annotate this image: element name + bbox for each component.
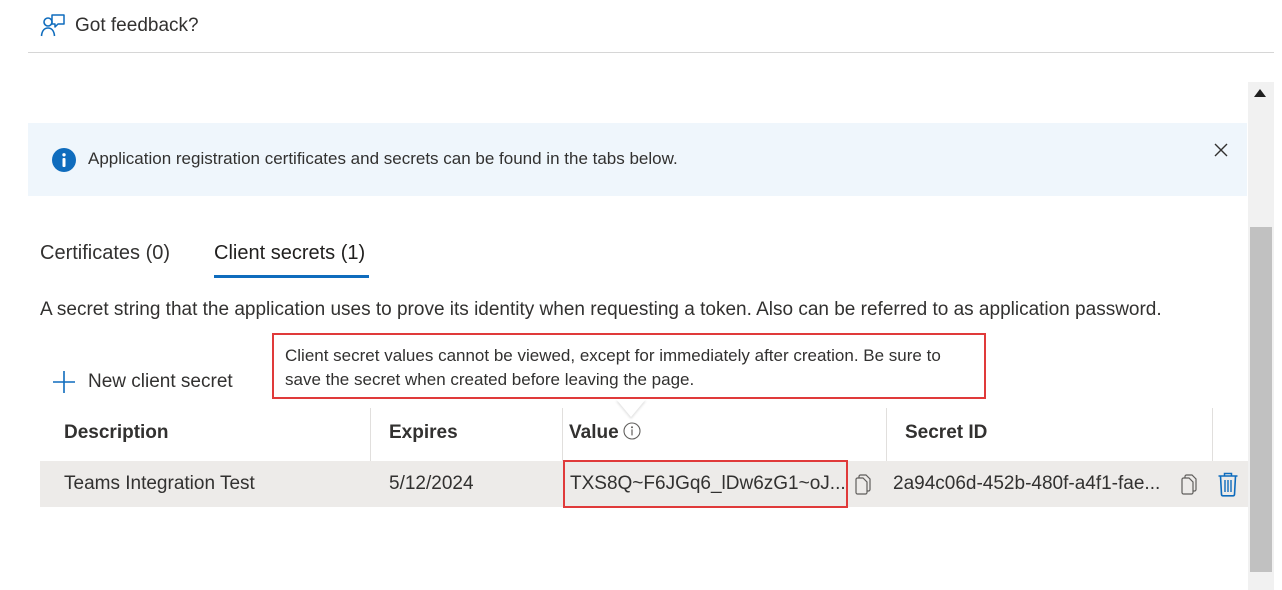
- new-client-secret-button[interactable]: New client secret: [52, 368, 233, 396]
- value-highlight-box: TXS8Q~F6JGq6_lDw6zG1~oJ...: [563, 460, 848, 508]
- tooltip-beak: [616, 399, 646, 417]
- feedback-button[interactable]: Got feedback?: [40, 12, 199, 40]
- banner-message: Application registration certificates an…: [88, 149, 678, 168]
- section-description: A secret string that the application use…: [40, 299, 1162, 320]
- copy-secret-id-icon[interactable]: [1179, 473, 1199, 495]
- copy-value-icon[interactable]: [853, 473, 873, 495]
- column-header-description[interactable]: Description: [64, 422, 169, 444]
- column-header-secret-id[interactable]: Secret ID: [905, 422, 987, 444]
- vertical-scrollbar[interactable]: [1248, 82, 1274, 590]
- column-divider: [886, 408, 887, 461]
- cell-description: Teams Integration Test: [64, 473, 255, 494]
- column-header-value-label: Value: [569, 422, 619, 443]
- close-icon[interactable]: [1212, 141, 1230, 159]
- cell-secret-id: 2a94c06d-452b-480f-a4f1-fae...: [893, 473, 1161, 494]
- new-client-secret-label: New client secret: [88, 371, 233, 392]
- info-outline-icon[interactable]: [623, 422, 641, 440]
- tooltip-text: Client secret values cannot be viewed, e…: [285, 346, 941, 389]
- column-header-value[interactable]: Value: [569, 422, 641, 444]
- delete-icon[interactable]: [1217, 471, 1239, 497]
- column-divider: [370, 408, 371, 461]
- page-header: Got feedback?: [0, 0, 1274, 53]
- column-divider: [562, 408, 563, 461]
- value-tooltip: Client secret values cannot be viewed, e…: [272, 333, 986, 399]
- selected-tab-indicator: [214, 275, 369, 278]
- feedback-icon: [40, 14, 65, 37]
- scrollbar-thumb[interactable]: [1250, 227, 1272, 572]
- info-icon: [52, 148, 76, 172]
- plus-icon: [53, 371, 75, 393]
- cell-expires: 5/12/2024: [389, 473, 474, 494]
- info-banner: Application registration certificates an…: [28, 123, 1247, 196]
- tab-certificates[interactable]: Certificates (0): [40, 242, 170, 265]
- cell-value: TXS8Q~F6JGq6_lDw6zG1~oJ...: [570, 473, 846, 494]
- feedback-label: Got feedback?: [75, 15, 199, 36]
- scroll-up-arrow-icon[interactable]: [1254, 89, 1266, 97]
- column-divider: [1212, 408, 1213, 461]
- column-header-expires[interactable]: Expires: [389, 422, 458, 444]
- header-divider: [28, 52, 1274, 53]
- tab-client-secrets[interactable]: Client secrets (1): [214, 242, 365, 265]
- table-row[interactable]: Teams Integration Test 5/12/2024 TXS8Q~F…: [40, 460, 1248, 508]
